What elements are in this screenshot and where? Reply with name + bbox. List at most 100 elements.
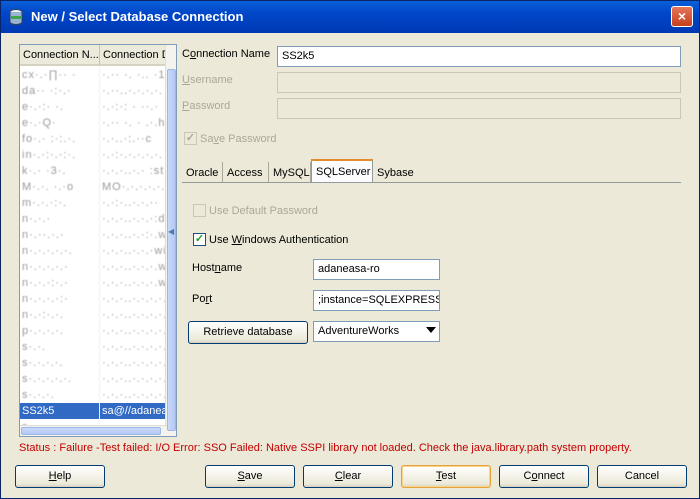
port-label: Port [192, 293, 213, 305]
table-row[interactable]: p·.·.·.·. ·.·.·..·.·.·.·. [20, 323, 167, 339]
table-row[interactable]: n·.·:·.·. ·.·.·..·.·.·.·. [20, 307, 167, 323]
table-row[interactable]: cx·.·∏·· · ·.·· ·. ·.. ·1_ [20, 67, 167, 83]
connection-detail-cell: ·.·.·..·.·.·win [102, 245, 167, 257]
username-label: Username [182, 74, 233, 86]
tab-mysql[interactable]: MySQL [269, 162, 311, 182]
test-button[interactable]: Test [401, 465, 491, 488]
connect-button[interactable]: Connect [499, 465, 589, 488]
username-input[interactable] [277, 72, 681, 93]
connection-name-cell: fo·.· :·:.·. [20, 131, 100, 147]
connection-name-input[interactable]: SS2k5 [277, 46, 681, 67]
status-message: Status : Failure -Test failed: I/O Error… [19, 442, 632, 454]
connection-name-cell: m·.·.·:·. [20, 195, 100, 211]
connection-detail-cell: ·.·.·..·.·.·.·. [102, 293, 167, 305]
splitter-handle-icon[interactable]: ◀ [168, 227, 175, 237]
database-select[interactable]: AdventureWorks [313, 321, 440, 342]
chevron-down-icon[interactable] [426, 327, 436, 333]
table-row[interactable]: m·.·.·:·. ·.·:·..·.·.·· [20, 195, 167, 211]
connection-detail-cell: ·.·:·: · ··.· [102, 101, 159, 113]
table-row[interactable]: n·.·.· ·.·.·..·.·.·:dh [20, 211, 167, 227]
connection-name-cell: SS2k5 [20, 403, 100, 419]
table-row[interactable]: s·.·.·. ·.·.·..·.·.·.·. [20, 387, 167, 403]
table-row[interactable]: e·.·:· ·. ·.·:·: · ··.· [20, 99, 167, 115]
connection-name-cell: s·.·.·.·.·. [20, 371, 100, 387]
table-row[interactable]: n·.··.·.· ·.·.·..·.·:·.w [20, 227, 167, 243]
column-header-connection-name[interactable]: Connection N... [20, 45, 100, 66]
database-icon [9, 9, 23, 25]
port-input[interactable]: ;instance=SQLEXPRESS [313, 290, 440, 311]
table-row[interactable]: in·.·:·.·:·. ·.·:·.·.·.·.·. [20, 147, 167, 163]
tab-access[interactable]: Access [223, 162, 269, 182]
connection-name-cell: n·.··.·.· [20, 227, 100, 243]
table-row[interactable]: da·· ·:·.· ·.··..·.·.·.·. [20, 83, 167, 99]
connection-detail-cell: ·.·.·..·.·.·:dh [102, 213, 167, 225]
password-label: Password [182, 100, 231, 112]
connection-detail-cell: ·.·.·..·.·.·.·. [102, 309, 167, 321]
horizontal-scroll-thumb[interactable] [21, 427, 161, 435]
table-row[interactable]: M·.·. ·.·o MO·.·.·.·.·.·. [20, 179, 167, 195]
connection-name-cell: n·.·.·.·.·. [20, 243, 100, 259]
connection-name-cell: e·.·Q· [20, 115, 100, 131]
connection-list[interactable]: Connection N... Connection D cx·.·∏·· · ·… [19, 44, 177, 437]
table-row[interactable]: SS2k5 sa@//adanea [20, 403, 167, 419]
tab-sybase[interactable]: Sybase [373, 162, 419, 182]
connection-name-label: Connection Name [182, 48, 271, 60]
connection-detail-cell: ·.·· ·. ·.. ·1_ [102, 69, 167, 81]
tab-oracle[interactable]: Oracle [182, 162, 223, 182]
use-windows-auth-checkbox[interactable]: ✓ [193, 233, 206, 246]
connection-detail-cell: ·.·.·..·.·.·.w [102, 261, 167, 273]
save-password-checkbox[interactable]: ✓ [184, 132, 197, 145]
hostname-label: Hostname [192, 262, 243, 274]
retrieve-database-button[interactable]: Retrieve database [188, 321, 308, 344]
vertical-scrollbar[interactable] [165, 45, 176, 436]
database-selected-value: AdventureWorks [318, 325, 400, 337]
table-row[interactable]: n·.·.·:·.· ·.·.·..·.·.·.w [20, 275, 167, 291]
connection-detail-cell: ·.·.·..·.·:·.w [102, 229, 167, 241]
help-button[interactable]: Help [15, 465, 105, 488]
connection-name-cell: s·.·. [20, 339, 100, 355]
clear-button[interactable]: Clear [303, 465, 393, 488]
horizontal-scrollbar[interactable] [20, 425, 167, 436]
save-button[interactable]: Save [205, 465, 295, 488]
tab-sqlserver[interactable]: SQLServer [311, 159, 373, 183]
column-header-connection-details[interactable]: Connection D [100, 45, 167, 66]
table-row[interactable]: fo·.· :·:.·. ·.·..·:.··c [20, 131, 167, 147]
table-row[interactable]: k·.· ·3·. ·.·.·..·.· :st [20, 163, 167, 179]
save-password-label: Save Password [200, 133, 277, 145]
connection-name-cell: p·.·.·.·. [20, 323, 100, 339]
use-default-password-checkbox[interactable] [193, 204, 206, 217]
password-input[interactable] [277, 98, 681, 119]
table-row[interactable]: n·.·.·.·.· ·.·.·..·.·.·.w [20, 259, 167, 275]
use-windows-auth-label: Use Windows Authentication [209, 234, 349, 246]
list-header: Connection N... Connection D [20, 45, 167, 66]
connection-name-cell: s·.·.·.·. [20, 355, 100, 371]
hostname-input[interactable]: adaneasa-ro [313, 259, 440, 280]
close-button[interactable]: × [671, 6, 693, 27]
table-row[interactable]: s·.·.·.·.·. ·.·.·..·.·.·.·. [20, 371, 167, 387]
connection-name-cell: s·.·.·. [20, 387, 100, 403]
connection-name-cell: n·.·.·:·.· [20, 275, 100, 291]
table-row[interactable]: s·.·. ·.·.·..·.·.·.·. [20, 339, 167, 355]
table-row[interactable]: e·.·Q· ·.·· ·. · .·.h [20, 115, 167, 131]
connection-detail-cell: ·.·:·..·.·.·· [102, 197, 159, 209]
title-bar[interactable]: New / Select Database Connection × [1, 1, 699, 33]
connection-detail-cell: ·.·.·..·.·.·.w [102, 277, 167, 289]
list-rows: cx·.·∏·· · ·.·· ·. ·.. ·1_ da·· ·:·.· ·.··.… [20, 67, 167, 436]
connection-detail-cell: ·.··..·.·.·.·. [102, 85, 164, 97]
cancel-button[interactable]: Cancel [597, 465, 687, 488]
connection-name-cell: cx·.·∏·· · [20, 67, 100, 83]
connection-detail-cell: ·.·.·..·.·.·.·. [102, 325, 167, 337]
connection-name-cell: in·.·:·.·:·. [20, 147, 100, 163]
connection-name-cell: n·.·.·.·:· [20, 291, 100, 307]
connection-name-cell: n·.·:·.·. [20, 307, 100, 323]
table-row[interactable]: n·.·.·.·:· ·.·.·..·.·.·.·. [20, 291, 167, 307]
connection-detail-cell: ·.·.·..·.·.·.·. [102, 389, 167, 401]
connection-name-cell: e·.·:· ·. [20, 99, 100, 115]
connection-detail-cell: ·.·.·..·.· :st [102, 165, 165, 177]
connection-detail-cell: ·.·.·..·.·.·.·. [102, 357, 167, 369]
table-row[interactable]: s·.·.·.·.·.·.·..·.·.·.·. [20, 355, 167, 371]
table-row[interactable]: n·.·.·.·.·. ·.·.·..·.·.·win [20, 243, 167, 259]
vertical-scroll-thumb[interactable] [167, 69, 176, 431]
connection-dialog: New / Select Database Connection × Conne… [0, 0, 700, 499]
window-title: New / Select Database Connection [31, 9, 244, 24]
